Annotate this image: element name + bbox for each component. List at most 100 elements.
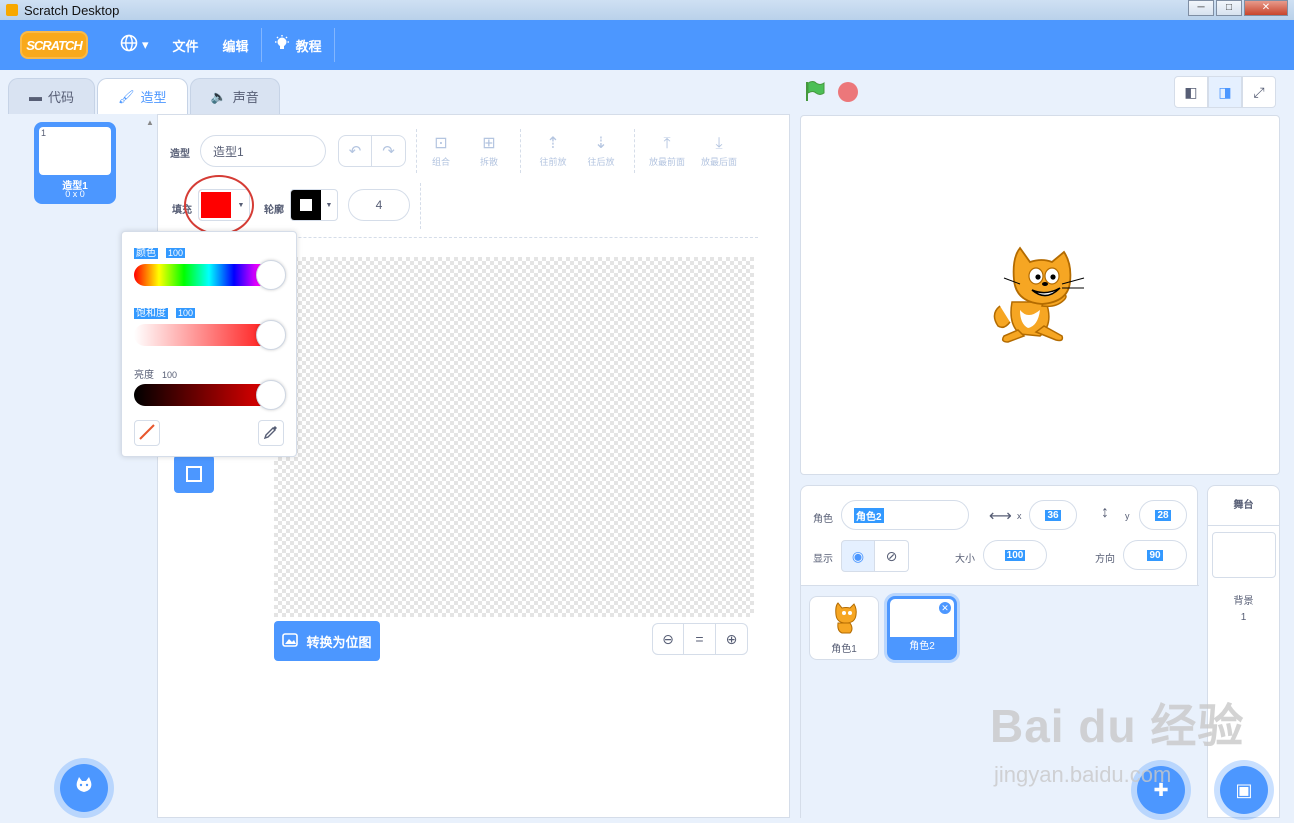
front-icon: ⤒ [663,135,671,152]
costume-number: 1 [41,128,47,138]
stage-layout-controls: ◧ ◨ ⤢ [1174,76,1276,108]
small-stage-icon[interactable]: ◧ [1174,76,1208,108]
file-menu[interactable]: 文件 [161,20,211,70]
watermark: Bai du 经验 [990,700,1245,752]
backdrop-label: 背景 [1233,596,1254,607]
sprite-tile[interactable]: ✕ 角色2 [887,596,957,660]
add-costume-button[interactable] [60,764,108,812]
menu-bar: SCRATCH ▾ 文件 编辑 教程 [0,20,1294,70]
cat-thumbnail-icon [828,601,862,638]
rectangle-tool[interactable] [174,455,214,493]
direction-input[interactable]: 90 [1123,540,1187,570]
hue-value: 100 [166,248,186,258]
cat-sprite[interactable] [990,244,1090,348]
color-picker-popover: 颜色 100 饱和度 100 亮度 100 [121,231,297,457]
toolbar-divider [634,129,635,173]
forward-label: 往前放 [539,157,567,167]
minimize-button[interactable]: ─ [1188,0,1214,16]
scratch-logo[interactable]: SCRATCH [20,31,88,59]
costume-size: 0 x 0 [65,189,85,199]
tab-code[interactable]: ▬ 代码 [8,78,96,114]
hue-label: 颜色 100 [134,248,186,259]
zoom-controls: ⊖ = ⊕ [652,623,748,655]
size-label: 大小 [955,554,975,565]
zoom-reset-icon[interactable]: = [684,623,716,655]
window-controls: ─ □ ✕ [1186,0,1288,16]
outline-width-input[interactable] [348,189,410,221]
normal-stage-icon[interactable]: ◨ [1208,76,1242,108]
forward-button[interactable]: ⇡ 往前放 [528,133,578,168]
zoom-in-icon[interactable]: ⊕ [716,623,748,655]
drawing-canvas[interactable] [274,257,754,617]
costume-item[interactable]: 1 造型1 0 x 0 [34,122,116,204]
saturation-label: 饱和度 100 [134,308,196,319]
fullscreen-icon[interactable]: ⤢ [1242,76,1276,108]
add-backdrop-button[interactable]: ▣ [1220,766,1268,814]
cat-add-icon [73,774,95,802]
stage-target-pane[interactable]: 舞台 背景 1 ▣ [1207,485,1280,818]
brightness-value: 100 [162,370,178,380]
language-menu[interactable]: ▾ [108,20,161,70]
back-button[interactable]: ⤓ 放最后面 [694,133,744,168]
undo-icon[interactable]: ↶ [338,135,372,167]
eye-off-icon[interactable]: ⊘ [875,540,909,572]
zoom-out-icon[interactable]: ⊖ [652,623,684,655]
costume-thumbnail [39,127,111,175]
sprite-name-input[interactable]: 角色2 [841,500,969,530]
y-input[interactable]: 28 [1139,500,1187,530]
edit-menu[interactable]: 编辑 [211,20,261,70]
close-button[interactable]: ✕ [1244,0,1288,16]
convert-label: 转换为位图 [306,634,372,650]
chevron-down-icon: ▼ [325,201,333,209]
ungroup-button[interactable]: ⊞ 拆散 [464,133,514,168]
green-flag-icon[interactable] [804,80,826,108]
backdrop-count: 1 [1240,612,1247,623]
tab-code-label: 代码 [48,90,75,105]
stop-icon[interactable] [838,82,858,102]
convert-to-bitmap-button[interactable]: 转换为位图 [274,621,380,661]
rectangle-icon [186,466,202,482]
undo-redo-group: ↶ ↷ [338,135,406,167]
scratch-app-icon [6,4,18,16]
show-label: 显示 [813,554,833,565]
tutorial-label: 教程 [295,38,322,54]
horizontal-arrows-icon: ⟷ [989,508,1012,525]
outline-color-dropdown[interactable]: ▼ [290,189,338,221]
direction-label: 方向 [1095,554,1115,565]
window-titlebar: Scratch Desktop ─ □ ✕ [0,0,1294,20]
saturation-slider-handle[interactable] [256,320,286,350]
eye-icon[interactable]: ◉ [841,540,875,572]
redo-icon[interactable]: ↷ [372,135,406,167]
outline-label: 轮廓 [264,205,284,216]
costume-name-input[interactable] [200,135,326,167]
front-label: 放最前面 [648,157,685,167]
highlight-annotation [184,175,254,235]
back-label: 放最后面 [700,157,737,167]
hue-slider-handle[interactable] [256,260,286,290]
size-value: 100 [1004,549,1026,561]
tab-sounds[interactable]: 🔈 声音 [189,78,280,114]
tab-sounds-label: 声音 [232,90,259,105]
scroll-up-arrow[interactable]: ▲ [146,118,154,127]
sprite-tile[interactable]: 角色1 [809,596,879,660]
size-input[interactable]: 100 [983,540,1047,570]
eyedropper-button[interactable] [258,420,284,446]
x-input[interactable]: 36 [1029,500,1077,530]
backward-button[interactable]: ⇣ 往后放 [576,133,626,168]
visibility-toggle: ◉ ⊘ [841,540,909,572]
tab-costumes-label: 造型 [140,90,167,105]
brightness-slider-handle[interactable] [256,380,286,410]
maximize-button[interactable]: □ [1216,0,1242,16]
backward-icon: ⇣ [594,135,608,152]
eyedropper-icon [263,424,279,443]
y-label: y [1125,511,1130,521]
tutorial-menu[interactable]: 教程 [262,20,334,70]
sprite-tile-name: 角色2 [890,637,954,657]
lightbulb-icon [274,34,290,56]
delete-icon[interactable]: ✕ [938,601,952,615]
no-color-button[interactable] [134,420,160,446]
front-button[interactable]: ⤒ 放最前面 [642,133,692,168]
group-button[interactable]: ⊡ 组合 [416,133,466,168]
image-add-icon: ▣ [1235,779,1253,800]
tab-costumes[interactable]: 🖌 造型 [97,78,188,114]
